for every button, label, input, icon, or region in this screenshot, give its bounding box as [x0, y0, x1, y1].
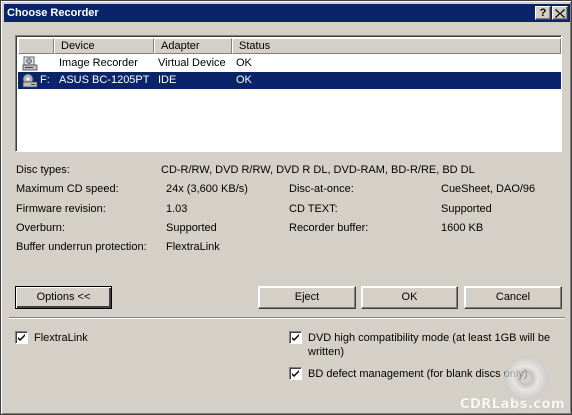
- recorder-buffer-label: Recorder buffer:: [289, 222, 369, 234]
- close-icon: [555, 9, 565, 18]
- checkmark-icon: [292, 370, 299, 377]
- recorder-buffer-value: 1600 KB: [441, 222, 484, 234]
- options-button[interactable]: Options <<: [15, 286, 112, 309]
- disc-at-once-label: Disc-at-once:: [289, 183, 354, 195]
- cd-text-value: Supported: [441, 203, 492, 215]
- disc-at-once-value: CueSheet, DAO/96: [441, 183, 536, 195]
- title-bar: Choose Recorder ?: [4, 4, 570, 22]
- overburn-label: Overburn:: [16, 222, 65, 234]
- device-name: Image Recorder: [59, 57, 138, 69]
- device-status: OK: [236, 57, 252, 69]
- ok-button[interactable]: OK: [361, 286, 458, 309]
- list-header: Device Adapter Status: [18, 38, 561, 54]
- help-button[interactable]: ?: [535, 6, 551, 20]
- column-header-status[interactable]: Status: [232, 38, 561, 54]
- checkmark-icon: [292, 334, 299, 341]
- recorder-row-image-recorder[interactable]: Image Recorder Virtual Device OK: [18, 55, 561, 72]
- dvd-compat-label-line2: written): [308, 346, 345, 358]
- optical-drive-icon: [22, 73, 38, 88]
- device-name: ASUS BC-1205PT: [59, 74, 150, 86]
- max-cd-speed-label: Maximum CD speed:: [16, 183, 119, 195]
- disc-types-value: CD-R/RW, DVD R/RW, DVD R DL, DVD-RAM, BD…: [161, 164, 475, 176]
- adapter-name: IDE: [158, 74, 177, 86]
- column-header-adapter[interactable]: Adapter: [154, 38, 232, 54]
- max-cd-speed-value: 24x (3,600 KB/s): [166, 183, 248, 195]
- cancel-button[interactable]: Cancel: [464, 286, 562, 309]
- firmware-revision-label: Firmware revision:: [16, 203, 106, 215]
- dvd-compat-label-line1: DVD high compatibility mode (at least 1G…: [308, 332, 551, 344]
- separator: [9, 317, 565, 319]
- column-header-icon[interactable]: [18, 38, 54, 54]
- checkmark-icon: [18, 334, 25, 341]
- choose-recorder-dialog: Choose Recorder ? Device Adapter Status …: [0, 0, 572, 415]
- image-recorder-icon: [22, 56, 38, 71]
- buffer-underrun-value: FlextraLink: [166, 241, 220, 253]
- overburn-value: Supported: [166, 222, 217, 234]
- disc-types-label: Disc types:: [16, 164, 70, 176]
- flextralink-checkbox[interactable]: [15, 331, 28, 344]
- disc-watermark-icon: [504, 356, 548, 400]
- column-header-device[interactable]: Device: [54, 38, 154, 54]
- dialog-title: Choose Recorder: [7, 7, 99, 19]
- cd-text-label: CD TEXT:: [289, 203, 338, 215]
- watermark: CDRLabs.com: [459, 397, 565, 412]
- bd-defect-checkbox[interactable]: [289, 367, 302, 380]
- flextralink-label: FlextraLink: [34, 332, 88, 344]
- recorder-list[interactable]: Device Adapter Status Image Recorder Vir…: [15, 35, 562, 152]
- buffer-underrun-label: Buffer underrun protection:: [16, 241, 147, 253]
- firmware-revision-value: 1.03: [166, 203, 188, 215]
- bd-defect-label: BD defect management (for blank discs on…: [308, 368, 528, 380]
- recorder-row-asus[interactable]: F: ASUS BC-1205PT IDE OK: [18, 72, 561, 89]
- close-button[interactable]: [552, 6, 568, 20]
- drive-letter: F:: [40, 74, 50, 86]
- adapter-name: Virtual Device: [158, 57, 226, 69]
- device-status: OK: [236, 74, 252, 86]
- dvd-compat-checkbox[interactable]: [289, 331, 302, 344]
- eject-button[interactable]: Eject: [258, 286, 356, 309]
